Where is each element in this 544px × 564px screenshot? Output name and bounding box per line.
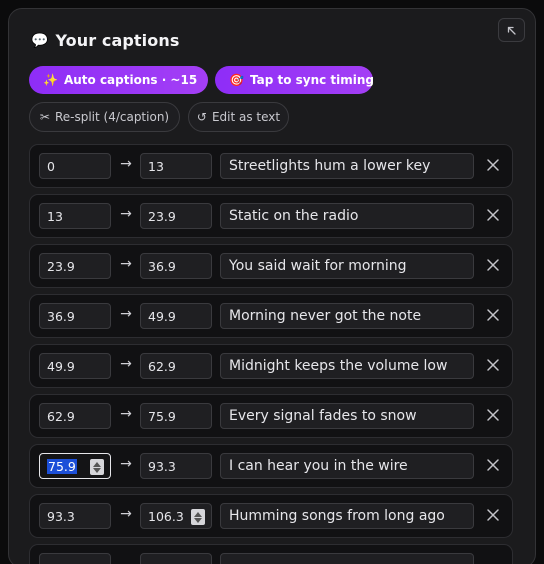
end-time-input[interactable]: 13 [140,153,212,179]
start-time-input[interactable] [39,553,111,564]
caption-list: 0 → 13 Streetlights hum a lower key 13 →… [29,144,513,564]
delete-caption-button[interactable] [485,457,501,473]
delete-caption-button[interactable] [485,357,501,373]
start-time-input[interactable]: 93.3 [39,503,111,529]
caption-row: 0 → 13 Streetlights hum a lower key [29,144,513,188]
number-spinner[interactable] [191,509,205,525]
caption-text-input[interactable]: Humming songs from long ago [220,503,474,529]
end-time-input[interactable]: 62.9 [140,353,212,379]
caption-text-input[interactable]: You said wait for morning [220,253,474,279]
caption-text-input[interactable]: Morning never got the note [220,303,474,329]
start-time-input[interactable]: 36.9 [39,303,111,329]
scissors-icon: ✂ [39,110,50,124]
resplit-button[interactable]: ✂ Re-split (4/caption) [29,102,180,132]
start-time-input[interactable]: 49.9 [39,353,111,379]
undo-icon: ↺ [196,110,207,124]
close-icon [487,259,499,271]
end-time-input[interactable]: 36.9 [140,253,212,279]
resplit-label: Re-split (4/caption) [54,110,170,124]
arrow-icon: → [120,156,132,172]
caption-text-input[interactable]: Static on the radio [220,203,474,229]
number-spinner[interactable] [90,459,104,475]
end-time-input[interactable] [140,553,212,564]
end-time-input[interactable]: 23.9 [140,203,212,229]
target-icon: 🎯 [229,73,244,87]
end-time-input[interactable]: 75.9 [140,403,212,429]
caption-row: 13 → 23.9 Static on the radio [29,194,513,238]
caption-row: 23.9 → 36.9 You said wait for morning [29,244,513,288]
close-icon [487,159,499,171]
auto-captions-label: Auto captions · ~15 [63,73,198,87]
edit-as-text-button[interactable]: ↺ Edit as text [188,102,289,132]
end-time-input[interactable]: 106.3 [140,503,212,529]
arrow-icon: → [120,206,132,222]
caption-text-input[interactable]: Streetlights hum a lower key [220,153,474,179]
panel-header: 💬 Your captions [31,31,179,50]
caption-row: 93.3 → 106.3 Humming songs from long ago [29,494,513,538]
caption-row: 36.9 → 49.9 Morning never got the note [29,294,513,338]
caption-row: 75.9 → 93.3 I can hear you in the wire [29,444,513,488]
arrow-icon: → [120,256,132,272]
delete-caption-button[interactable] [485,157,501,173]
captions-panel: 💬 Your captions ✨ Auto captions · ~15 🎯 … [8,8,536,564]
close-icon [487,359,499,371]
delete-caption-button[interactable] [485,257,501,273]
arrow-icon: → [120,306,132,322]
arrow-icon: → [120,406,132,422]
end-time-input[interactable]: 93.3 [140,453,212,479]
sparkles-icon: ✨ [43,73,58,87]
caption-text-input[interactable]: Midnight keeps the volume low [220,353,474,379]
tap-to-sync-button[interactable]: 🎯 Tap to sync timing [215,66,375,94]
delete-caption-button[interactable] [485,407,501,423]
close-icon [487,309,499,321]
caption-text-input[interactable]: Every signal fades to snow [220,403,474,429]
close-icon [487,459,499,471]
caption-text-input[interactable] [220,553,474,564]
close-icon [487,209,499,221]
arrow-icon: → [120,356,132,372]
caption-row: 62.9 → 75.9 Every signal fades to snow [29,394,513,438]
caption-row [29,544,513,564]
collapse-button[interactable] [498,18,525,42]
tap-to-sync-label: Tap to sync timing [249,73,375,87]
start-time-input[interactable]: 13 [39,203,111,229]
caption-row: 49.9 → 62.9 Midnight keeps the volume lo… [29,344,513,388]
arrow-icon: → [120,506,132,522]
start-time-input[interactable]: 23.9 [39,253,111,279]
end-time-input[interactable]: 49.9 [140,303,212,329]
selected-text: 75.9 [47,458,77,474]
page-title: Your captions [55,31,180,50]
delete-caption-button[interactable] [485,507,501,523]
collapse-arrow-icon [507,26,516,35]
start-time-input[interactable]: 0 [39,153,111,179]
speech-bubble-icon: 💬 [31,32,49,49]
arrow-icon: → [120,456,132,472]
edit-as-text-label: Edit as text [211,110,281,124]
start-time-input[interactable]: 62.9 [39,403,111,429]
end-time-value: 106.3 [148,508,184,524]
auto-captions-button[interactable]: ✨ Auto captions · ~15 [29,66,208,94]
close-icon [487,509,499,521]
caption-text-input[interactable]: I can hear you in the wire [220,453,474,479]
delete-caption-button[interactable] [485,207,501,223]
start-time-input[interactable]: 75.9 [39,453,111,479]
delete-caption-button[interactable] [485,307,501,323]
close-icon [487,409,499,421]
